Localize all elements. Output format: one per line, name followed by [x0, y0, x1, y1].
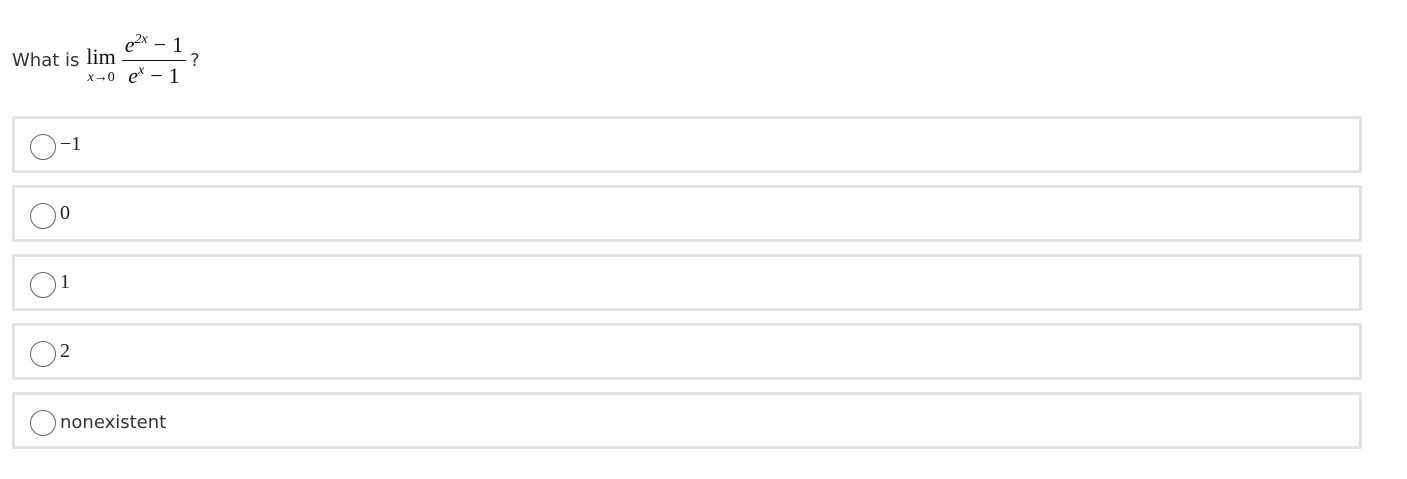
- radio-button[interactable]: [30, 409, 56, 436]
- radio-button[interactable]: [30, 202, 56, 229]
- radio-button[interactable]: [30, 133, 56, 160]
- limit-expression: lim x→0 e2x −1 ex −1: [86, 31, 188, 88]
- fraction: e2x −1 ex −1: [121, 31, 187, 88]
- option-label: 0: [60, 202, 70, 224]
- option-two[interactable]: 2: [12, 323, 1362, 380]
- numerator-base: e: [124, 31, 135, 57]
- radio-button[interactable]: [30, 340, 56, 367]
- fraction-bar: [121, 59, 187, 61]
- question-mark: ?: [190, 49, 200, 71]
- option-label: −1: [60, 133, 82, 155]
- option-minus-one[interactable]: −1: [12, 116, 1362, 173]
- radio-button[interactable]: [30, 271, 56, 298]
- option-label: 1: [60, 271, 70, 293]
- question-prompt: What is lim x→0 e2x −1 ex −1 ?: [12, 28, 200, 92]
- lim-arrow: →: [93, 70, 108, 85]
- numerator: e2x −1: [122, 31, 186, 57]
- lim-word: lim: [86, 44, 116, 69]
- answer-options: −1 0 1 2 nonexistent: [12, 116, 1362, 449]
- numerator-constant: 1: [172, 31, 184, 57]
- question-prefix: What is: [12, 49, 80, 71]
- numerator-exponent: 2x: [134, 31, 148, 47]
- numerator-operator: −: [153, 31, 167, 57]
- option-zero[interactable]: 0: [12, 185, 1362, 242]
- option-nonexistent[interactable]: nonexistent: [12, 392, 1362, 449]
- limit-operator: lim x→0: [86, 46, 115, 86]
- option-one[interactable]: 1: [12, 254, 1362, 311]
- option-label: 2: [60, 340, 70, 362]
- denominator-constant: 1: [168, 62, 180, 88]
- lim-subscript: x→0: [87, 70, 114, 86]
- lim-target: 0: [107, 70, 115, 85]
- denominator-base: e: [128, 62, 139, 88]
- denominator-exponent: x: [138, 62, 145, 78]
- option-label: nonexistent: [60, 411, 167, 433]
- denominator: ex −1: [125, 62, 182, 88]
- denominator-operator: −: [150, 62, 163, 88]
